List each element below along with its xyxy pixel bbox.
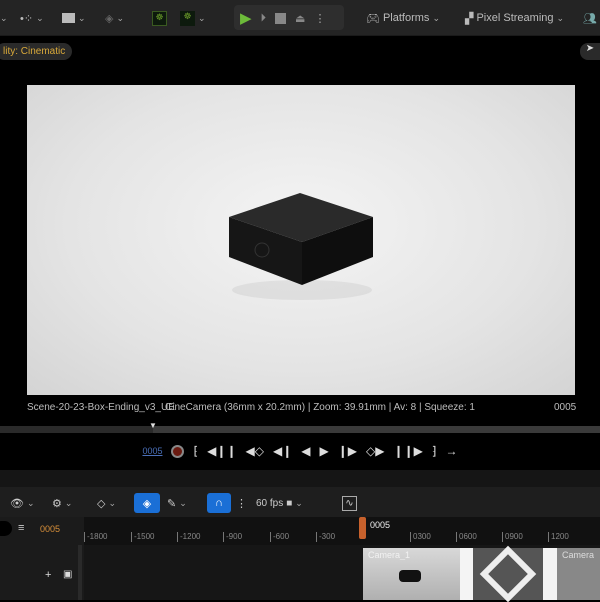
- view-options-button[interactable]: 👁︎ ⌄: [10, 493, 35, 513]
- viewport-info-camera: CineCamera (36mm x 20.2mm) | Zoom: 39.91…: [165, 402, 475, 413]
- diamond-icon: ◇: [97, 497, 106, 510]
- main-toolbar: ⌄ •⁘ ⌄ ⌄ ◈ ⌄ ☸ ☸ ⌄ ▶ ⏵ ⏏ ⋮ 🎮︎ Platforms ⌄ ▞ Pi…: [0, 0, 600, 36]
- shot-thumbnail-2[interactable]: [473, 545, 543, 602]
- cinematics-button[interactable]: ⌄: [62, 8, 86, 28]
- time-ruler[interactable]: -1800 -1500 -1200 -900 -600 -300 0300 06…: [84, 517, 600, 545]
- gamepad-icon: 🎮︎: [366, 12, 380, 25]
- play-icon[interactable]: ▶: [240, 9, 252, 27]
- pencil-icon: ✎: [167, 497, 177, 510]
- edit-mode-button[interactable]: ✎ ⌄: [167, 493, 187, 513]
- prev-key-icon[interactable]: ◀❙❙: [207, 444, 236, 458]
- menu-chevron[interactable]: ⌄: [0, 8, 8, 28]
- eye-icon: 👁︎: [10, 497, 24, 510]
- scrub-marker-icon[interactable]: ▼: [149, 421, 157, 430]
- blueprint-button[interactable]: •⁘ ⌄: [20, 8, 44, 28]
- curve-editor-button[interactable]: ∿: [342, 493, 357, 513]
- viewport-scrub-bar[interactable]: [0, 426, 600, 433]
- curve-icon: ∿: [342, 495, 357, 511]
- tick-label: -1800: [84, 532, 107, 542]
- tick-label: 0600: [456, 532, 477, 542]
- fps-dropdown[interactable]: 60 fps ■ ⌄: [256, 493, 303, 513]
- snap-toggle[interactable]: ∩: [207, 493, 231, 513]
- tick-label: -900: [223, 532, 242, 542]
- shot-thumbnail-3[interactable]: Camera: [557, 548, 600, 600]
- panel-divider: [0, 470, 600, 487]
- next-keyframe-icon[interactable]: ◇▶: [366, 444, 384, 458]
- record-button[interactable]: [171, 444, 185, 458]
- sequencer-frame[interactable]: 0005: [40, 524, 60, 534]
- add-track-icon[interactable]: +: [45, 569, 51, 581]
- pixel-streaming-button[interactable]: ▞ Pixel Streaming ⌄: [465, 8, 564, 28]
- camera-viewport[interactable]: [27, 85, 575, 395]
- playhead[interactable]: [359, 517, 366, 539]
- auto-key-icon: ◈: [142, 497, 152, 510]
- viewport-info-shot: Scene-20-23-Box-Ending_v3_UE: [27, 402, 175, 413]
- play-icon[interactable]: ▶: [320, 444, 329, 458]
- current-frame-field[interactable]: 0005: [142, 446, 162, 456]
- scalability-badge[interactable]: lity: Cinematic: [0, 43, 73, 60]
- thumb-gap-2: [543, 548, 557, 600]
- settings-button[interactable]: ⚙ ⌄: [52, 493, 72, 513]
- plugin-icon: ☸: [152, 10, 167, 26]
- skip-frame-icon[interactable]: ⏵: [261, 12, 267, 25]
- shot-thumbnail-1[interactable]: Camera_1: [363, 548, 460, 600]
- reverse-play-icon[interactable]: ◀: [301, 444, 310, 458]
- select-cursor-icon[interactable]: ➤: [580, 43, 600, 60]
- thumb-gap: [460, 548, 473, 600]
- tick-label: -1500: [131, 532, 154, 542]
- thumb-shape: [479, 545, 537, 602]
- plugin-icon-2: ☸: [180, 10, 195, 26]
- tick-label: -300: [316, 532, 335, 542]
- splitter[interactable]: [78, 545, 82, 600]
- tick-label: -1200: [177, 532, 200, 542]
- blueprint-icon: •⁘: [20, 12, 34, 25]
- snap-options-icon[interactable]: ⋮: [236, 493, 247, 513]
- box-render: [229, 193, 373, 300]
- keyframe-button[interactable]: ◇ ⌄: [97, 493, 116, 513]
- jump-end-icon[interactable]: ⁆: [432, 444, 437, 458]
- clapperboard-icon: [62, 13, 75, 23]
- pixel-streaming-icon: ▞: [465, 12, 474, 25]
- tick-label: 1200: [548, 532, 569, 542]
- step-back-icon[interactable]: ◀❙: [273, 444, 292, 458]
- more-options-icon[interactable]: ⋮: [314, 12, 325, 25]
- cube-icon: ■: [286, 497, 293, 509]
- tick-label: -600: [270, 532, 289, 542]
- viewport-frame: 0005: [554, 402, 577, 413]
- step-forward-icon[interactable]: ❙▶: [338, 444, 357, 458]
- plugin-button-1[interactable]: ☸: [152, 8, 167, 28]
- prev-keyframe-icon[interactable]: ◀◇: [246, 444, 264, 458]
- loop-icon[interactable]: →: [446, 444, 458, 458]
- auto-key-toggle[interactable]: ◈: [134, 493, 160, 513]
- jump-start-icon[interactable]: ⁅: [193, 444, 198, 458]
- transport-controls: 0005 ⁅ ◀❙❙ ◀◇ ◀❙ ◀ ▶ ❙▶ ◇▶ ❙❙▶ ⁆ →: [0, 440, 600, 462]
- tick-label: 0300: [410, 532, 431, 542]
- next-key-icon[interactable]: ❙❙▶: [394, 444, 423, 458]
- playhead-label: 0005: [370, 520, 391, 530]
- gear-icon: ⚙: [52, 497, 62, 510]
- platforms-button[interactable]: 🎮︎ Platforms ⌄: [366, 8, 440, 28]
- play-control-buttons: ▶ ⏵ ⏏ ⋮: [240, 8, 325, 28]
- eject-icon[interactable]: ⏏: [295, 12, 305, 25]
- tick-label: 0900: [502, 532, 523, 542]
- filter-icon[interactable]: ≡: [18, 522, 24, 534]
- user-icon[interactable]: 👥︎: [583, 8, 597, 28]
- plugin-button-2[interactable]: ☸ ⌄: [180, 8, 206, 28]
- box-thumb: [399, 570, 421, 582]
- camera-icon[interactable]: ▣: [63, 569, 72, 580]
- stop-icon[interactable]: [275, 12, 287, 24]
- mode-button[interactable]: ◈ ⌄: [105, 8, 124, 28]
- magnet-icon: ∩: [215, 497, 223, 509]
- cube-icon: ◈: [105, 12, 114, 25]
